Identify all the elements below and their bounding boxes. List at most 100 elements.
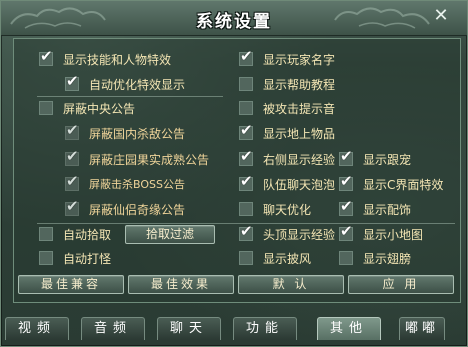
checkmark-icon: ✔ (66, 172, 79, 190)
checkmark-icon: ✔ (66, 121, 79, 139)
checkbox[interactable]: ✔ (65, 147, 79, 166)
tab-dudu[interactable]: 嘟嘟 (399, 317, 445, 340)
checkbox[interactable]: ✔ (339, 222, 353, 241)
checkbox-block-partner-announcement[interactable]: ✔ 屏蔽仙侣奇缘公告 (65, 197, 186, 219)
checkbox-label: 屏蔽庄园果实成熟公告 (89, 152, 210, 167)
checkbox-label: 队伍聊天泡泡 (263, 177, 336, 192)
checkbox[interactable] (339, 251, 353, 265)
checkbox-label: 显示跟宠 (363, 152, 412, 167)
best-effect-button[interactable]: 最佳效果 (128, 275, 234, 294)
checkbox-label: 显示地上物品 (263, 126, 336, 141)
checkbox-label: 显示小地图 (363, 227, 424, 242)
system-settings-window: 系统设置 ✕ ✔ 显示技能和人物特效 ✔ 自动优化特效显示 屏蔽中央公告 ✔ 屏… (0, 0, 468, 347)
checkbox[interactable] (39, 251, 53, 265)
checkbox-label: 屏蔽国内杀敌公告 (89, 126, 186, 141)
checkbox-block-center-announcement[interactable]: 屏蔽中央公告 (39, 98, 135, 118)
checkbox-show-ground-items[interactable]: ✔ 显示地上物品 (239, 121, 336, 143)
checkbox[interactable]: ✔ (239, 121, 253, 140)
checkbox-show-help-tutorial[interactable]: 显示帮助教程 (239, 74, 335, 94)
checkbox-label: 显示披风 (263, 251, 312, 266)
checkmark-icon: ✔ (240, 147, 253, 165)
checkbox[interactable]: ✔ (65, 121, 79, 140)
checkbox[interactable]: ✔ (339, 197, 353, 216)
checkbox-show-cloak[interactable]: 显示披风 (239, 248, 311, 268)
checkbox-label: 显示C界面特效 (363, 177, 444, 192)
checkbox[interactable]: ✔ (65, 172, 79, 191)
checkbox-auto-pickup[interactable]: 自动拾取 (39, 224, 111, 244)
checkbox-head-show-exp[interactable]: ✔ 头顶显示经验 (239, 222, 336, 244)
checkbox[interactable]: ✔ (339, 172, 353, 191)
checkbox-label: 自动优化特效显示 (89, 77, 186, 92)
checkmark-icon: ✔ (340, 222, 353, 240)
checkbox-label: 显示玩家名字 (263, 52, 336, 67)
default-button[interactable]: 默 认 (238, 275, 344, 294)
checkbox-show-pet[interactable]: ✔ 显示跟宠 (339, 147, 412, 169)
checkmark-icon: ✔ (240, 47, 253, 65)
checkbox[interactable]: ✔ (239, 172, 253, 191)
checkbox-block-kill-announcement[interactable]: ✔ 屏蔽国内杀敌公告 (65, 121, 186, 143)
checkbox-show-c-ui-effects[interactable]: ✔ 显示C界面特效 (339, 172, 444, 194)
checkbox-label: 头顶显示经验 (263, 227, 336, 242)
tab-video[interactable]: 视频 (5, 317, 69, 340)
checkbox-show-minimap[interactable]: ✔ 显示小地图 (339, 222, 424, 244)
window-title: 系统设置 (196, 12, 272, 32)
checkbox-show-player-name[interactable]: ✔ 显示玩家名字 (239, 47, 336, 69)
checkmark-icon: ✔ (66, 147, 79, 165)
checkbox[interactable]: ✔ (65, 197, 79, 216)
checkmark-icon: ✔ (240, 172, 253, 190)
checkmark-icon: ✔ (340, 197, 353, 215)
checkbox[interactable] (39, 101, 53, 115)
close-icon[interactable]: ✕ (431, 6, 451, 26)
tab-chat[interactable]: 聊天 (157, 317, 221, 340)
title-bar[interactable]: 系统设置 ✕ (1, 1, 467, 36)
checkbox-block-manor-announcement[interactable]: ✔ 屏蔽庄园果实成熟公告 (65, 147, 210, 169)
checkmark-icon: ✔ (66, 197, 79, 215)
checkbox[interactable]: ✔ (239, 222, 253, 241)
checkbox[interactable] (239, 77, 253, 91)
checkbox[interactable] (239, 101, 253, 115)
checkbox-label: 自动拾取 (63, 227, 112, 242)
checkbox[interactable]: ✔ (239, 47, 253, 66)
checkbox-label: 屏蔽击杀BOSS公告 (89, 178, 185, 191)
checkbox-label: 右侧显示经验 (263, 152, 336, 167)
checkmark-icon: ✔ (340, 147, 353, 165)
checkbox-label: 显示帮助教程 (263, 77, 336, 92)
checkmark-icon: ✔ (240, 121, 253, 139)
checkbox-label: 自动打怪 (63, 251, 112, 266)
checkbox[interactable]: ✔ (239, 147, 253, 166)
checkbox-chat-optimize[interactable]: 聊天优化 (239, 199, 311, 219)
checkbox-show-wings[interactable]: 显示翅膀 (339, 248, 411, 268)
checkbox[interactable] (39, 227, 53, 241)
checkbox-show-accessories[interactable]: ✔ 显示配饰 (339, 197, 412, 219)
checkbox[interactable]: ✔ (65, 72, 79, 91)
checkmark-icon: ✔ (240, 222, 253, 240)
pickup-filter-button[interactable]: 拾取过滤 (125, 225, 215, 244)
checkbox-show-skill-effects[interactable]: ✔ 显示技能和人物特效 (39, 47, 172, 69)
checkbox-auto-fight[interactable]: 自动打怪 (39, 248, 111, 268)
tab-function[interactable]: 功能 (233, 317, 297, 340)
apply-button[interactable]: 应 用 (348, 275, 454, 294)
checkbox[interactable]: ✔ (339, 147, 353, 166)
tab-audio[interactable]: 音频 (81, 317, 145, 340)
checkbox[interactable]: ✔ (39, 47, 53, 66)
checkbox-label: 显示技能和人物特效 (63, 52, 172, 67)
tab-other[interactable]: 其他 (317, 317, 381, 340)
divider (37, 96, 223, 97)
checkbox-auto-optimize-effects[interactable]: ✔ 自动优化特效显示 (65, 72, 186, 94)
checkbox-right-show-exp[interactable]: ✔ 右侧显示经验 (239, 147, 336, 169)
checkbox-label: 屏蔽仙侣奇缘公告 (89, 202, 186, 217)
checkbox-label: 被攻击提示音 (263, 101, 336, 116)
checkbox[interactable] (239, 251, 253, 265)
checkbox-team-chat-bubble[interactable]: ✔ 队伍聊天泡泡 (239, 172, 336, 194)
checkbox-label: 显示配饰 (363, 202, 412, 217)
checkbox-label: 显示翅膀 (363, 251, 412, 266)
checkmark-icon: ✔ (40, 47, 53, 65)
best-compatibility-button[interactable]: 最佳兼容 (18, 275, 124, 294)
checkmark-icon: ✔ (340, 172, 353, 190)
checkbox-block-boss-announcement[interactable]: ✔ 屏蔽击杀BOSS公告 (65, 172, 185, 194)
checkbox[interactable] (239, 202, 253, 216)
checkbox-label: 聊天优化 (263, 202, 312, 217)
checkmark-icon: ✔ (66, 72, 79, 90)
checkbox-attacked-sound[interactable]: 被攻击提示音 (239, 98, 335, 118)
checkbox-label: 屏蔽中央公告 (63, 101, 136, 116)
